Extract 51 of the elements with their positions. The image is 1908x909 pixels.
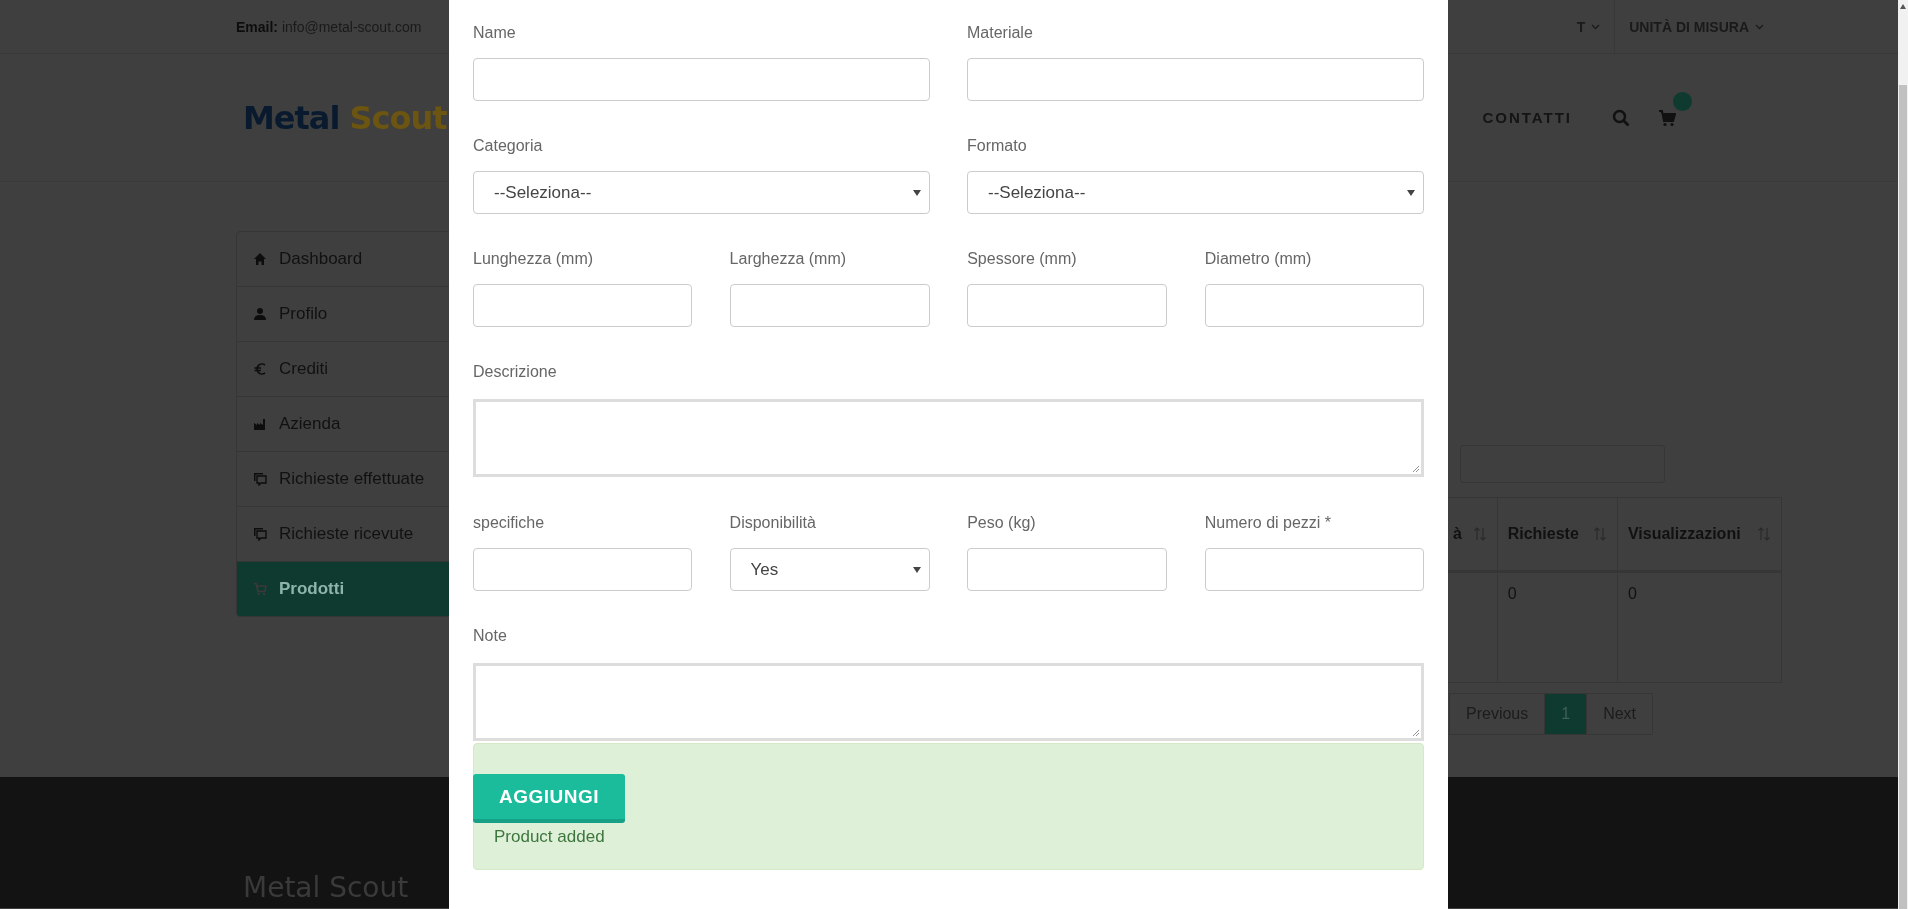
field-label: Peso (kg) <box>967 513 1036 533</box>
input-field[interactable] <box>967 548 1168 591</box>
chevron-icon <box>1591 23 1601 30</box>
field-label: Numero di pezzi * <box>1204 513 1332 533</box>
person-icon <box>253 307 267 321</box>
field-label: Lunghezza (mm) <box>473 249 594 269</box>
sidebar-item[interactable]: Prodotti <box>237 562 451 616</box>
euro-icon <box>253 362 267 376</box>
field-label: Categoria <box>473 136 543 156</box>
field-label: Materiale <box>967 23 1033 43</box>
input-field[interactable] <box>1204 284 1424 327</box>
field-label: Larghezza (mm) <box>729 249 847 269</box>
chevron-icon <box>1755 23 1764 30</box>
text-area[interactable] <box>473 399 1424 477</box>
caret-icon <box>912 566 921 573</box>
field-label: Formato <box>967 136 1027 156</box>
factory-icon <box>253 417 267 431</box>
success-message: Product added <box>494 827 606 847</box>
cart-badge <box>1673 91 1692 111</box>
chat-icon <box>253 527 267 541</box>
input-field[interactable] <box>967 58 1424 101</box>
input-field[interactable] <box>473 284 692 327</box>
dropdown[interactable]: --Seleziona-- <box>473 171 930 214</box>
cart-icon <box>253 582 267 596</box>
field-label: Spessore (mm) <box>967 249 1077 269</box>
home-icon <box>253 252 267 266</box>
resize-grip-icon <box>1412 465 1420 473</box>
search-icon <box>1612 108 1630 127</box>
add-button[interactable]: AGGIUNGI <box>473 774 625 823</box>
caret-icon <box>1407 189 1415 196</box>
chat-icon <box>253 472 267 486</box>
field-label: Descrizione <box>473 362 557 382</box>
input-field[interactable] <box>473 548 692 591</box>
input-field[interactable] <box>729 284 930 327</box>
field-label: Name <box>473 23 516 43</box>
field-label: Disponibilità <box>729 513 816 533</box>
up-arrow-icon <box>1900 4 1906 9</box>
field-label: specifiche <box>473 513 545 533</box>
input-field[interactable] <box>473 58 930 101</box>
caret-icon <box>913 189 921 196</box>
scroll-thumb[interactable] <box>1899 85 1907 909</box>
text-area[interactable] <box>473 663 1424 741</box>
dropdown[interactable]: Yes <box>729 548 930 591</box>
field-label: Note <box>473 626 507 646</box>
scrollbar[interactable] <box>1898 0 1908 909</box>
input-field[interactable] <box>1204 548 1424 591</box>
resize-grip-icon <box>1412 729 1420 737</box>
cart-icon <box>1658 108 1676 127</box>
input-field[interactable] <box>967 284 1168 327</box>
dropdown[interactable]: --Seleziona-- <box>967 171 1424 214</box>
field-label: Diametro (mm) <box>1204 249 1312 269</box>
